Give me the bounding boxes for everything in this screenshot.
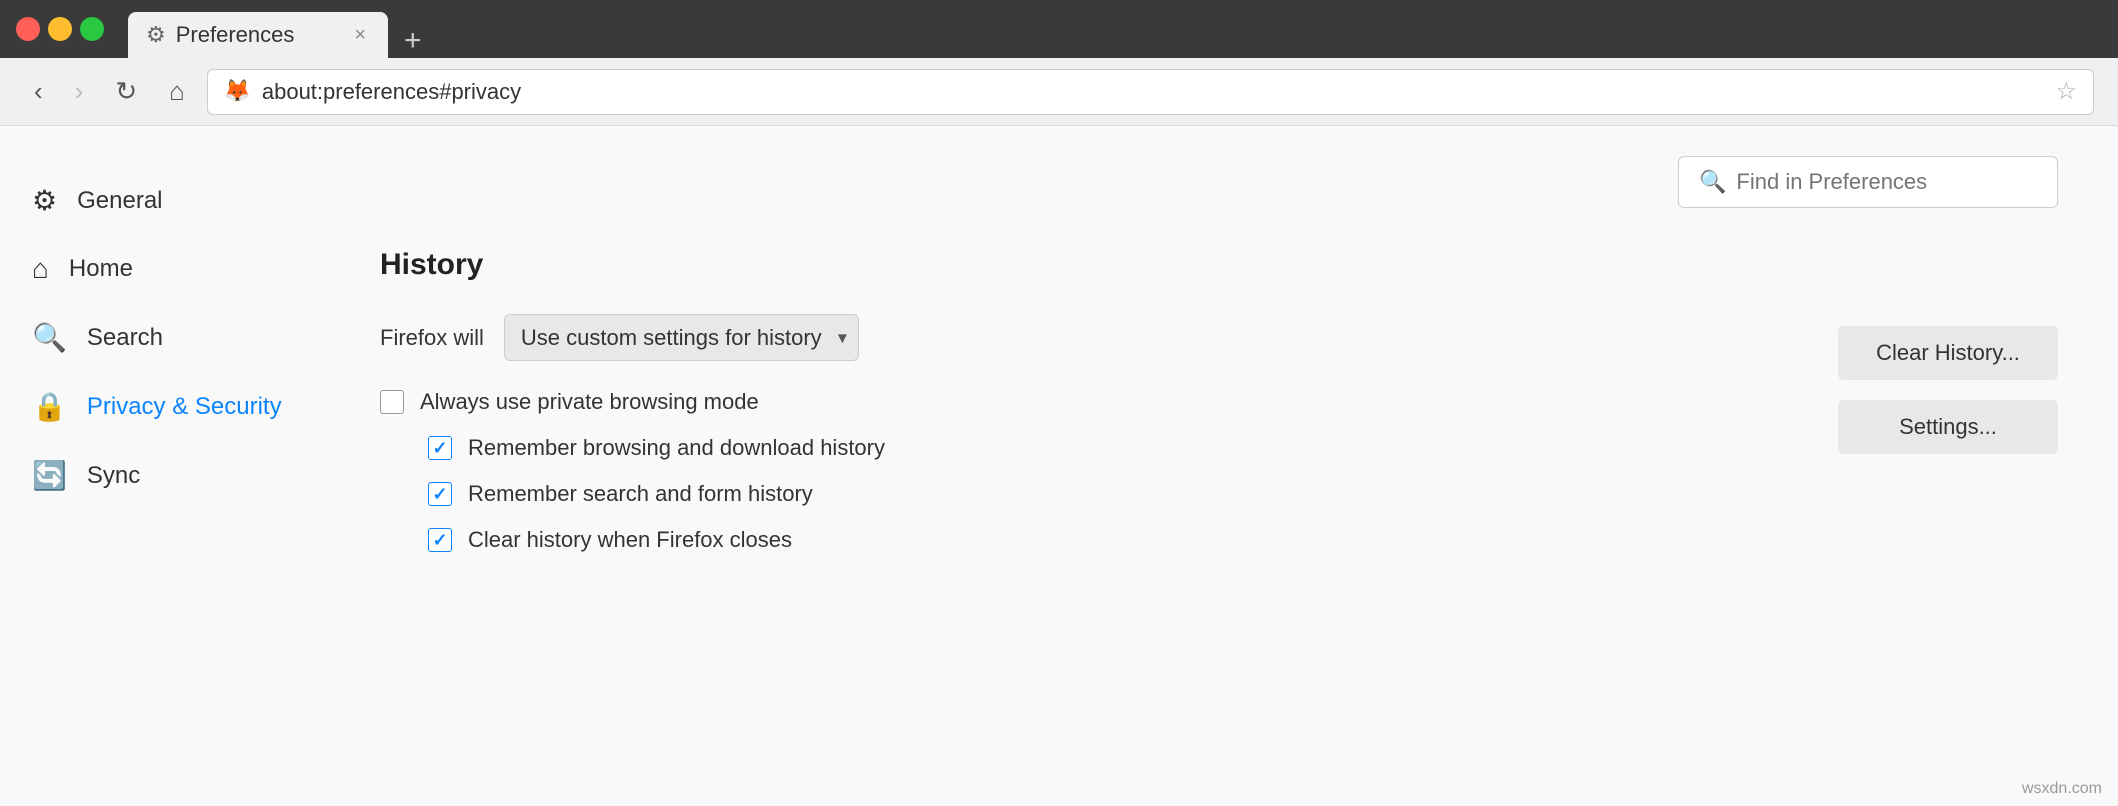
- sidebar: ⚙ General ⌂ Home 🔍 Search 🔒 Privacy & Se…: [0, 126, 320, 806]
- close-tab-button[interactable]: ×: [350, 24, 370, 47]
- firefox-logo: 🦊: [224, 78, 252, 106]
- maximize-window-button[interactable]: [80, 17, 104, 41]
- section-title: History: [380, 248, 2058, 282]
- preferences-tab-icon: ⚙: [146, 22, 166, 48]
- checkbox-row-private-mode[interactable]: Always use private browsing mode: [380, 389, 2058, 415]
- sidebar-item-label-home: Home: [69, 255, 133, 283]
- address-text: about:preferences#privacy: [262, 79, 2046, 105]
- firefox-will-label: Firefox will: [380, 325, 484, 351]
- nav-bar: ‹ › ↻ ⌂ 🦊 about:preferences#privacy ☆: [0, 58, 2118, 126]
- checkbox-clear-on-close[interactable]: [428, 528, 452, 552]
- history-row: Firefox will Remember history Never reme…: [380, 314, 2058, 361]
- home-icon: ⌂: [32, 253, 49, 285]
- gear-icon: ⚙: [32, 184, 57, 217]
- settings-button[interactable]: Settings...: [1838, 400, 2058, 454]
- content-area: 🔍 History Firefox will Remember history …: [320, 126, 2118, 806]
- sidebar-item-label-sync: Sync: [87, 462, 140, 490]
- checkbox-label-private-mode: Always use private browsing mode: [420, 389, 759, 415]
- checkbox-label-clear-on-close: Clear history when Firefox closes: [468, 527, 792, 553]
- preferences-tab[interactable]: ⚙ Preferences ×: [128, 12, 388, 58]
- checkbox-label-browse-history: Remember browsing and download history: [468, 435, 885, 461]
- reload-button[interactable]: ↻: [105, 70, 147, 113]
- sync-icon: 🔄: [32, 459, 67, 492]
- new-tab-button[interactable]: +: [396, 24, 430, 58]
- sidebar-item-label-search: Search: [87, 324, 163, 352]
- sidebar-item-search[interactable]: 🔍 Search: [0, 303, 320, 372]
- main-content: ⚙ General ⌂ Home 🔍 Search 🔒 Privacy & Se…: [0, 126, 2118, 806]
- close-window-button[interactable]: [16, 17, 40, 41]
- watermark: wsxdn.com: [2022, 780, 2102, 798]
- bookmark-icon[interactable]: ☆: [2055, 77, 2077, 106]
- clear-history-button[interactable]: Clear History...: [1838, 326, 2058, 380]
- title-bar: ⚙ Preferences × +: [0, 0, 2118, 58]
- find-search-icon: 🔍: [1699, 169, 1726, 195]
- checkbox-private-mode[interactable]: [380, 390, 404, 414]
- checkbox-browse-history[interactable]: [428, 436, 452, 460]
- sidebar-item-home[interactable]: ⌂ Home: [0, 235, 320, 303]
- history-select[interactable]: Remember history Never remember history …: [504, 314, 859, 361]
- checkbox-row-form-history[interactable]: Remember search and form history: [428, 481, 2058, 507]
- back-button[interactable]: ‹: [24, 70, 53, 113]
- sidebar-item-general[interactable]: ⚙ General: [0, 166, 320, 235]
- home-button[interactable]: ⌂: [159, 70, 195, 113]
- lock-icon: 🔒: [32, 390, 67, 423]
- window-controls: [16, 17, 104, 41]
- find-in-preferences-input[interactable]: [1736, 169, 2037, 195]
- preferences-tab-title: Preferences: [176, 22, 295, 48]
- minimize-window-button[interactable]: [48, 17, 72, 41]
- sidebar-item-label-general: General: [77, 187, 162, 215]
- forward-button[interactable]: ›: [65, 70, 94, 113]
- history-select-wrapper: Remember history Never remember history …: [504, 314, 859, 361]
- tab-bar: ⚙ Preferences × +: [128, 0, 2102, 58]
- checkbox-row-clear-on-close[interactable]: Clear history when Firefox closes: [428, 527, 2058, 553]
- sidebar-item-privacy[interactable]: 🔒 Privacy & Security: [0, 372, 320, 441]
- find-in-preferences[interactable]: 🔍: [1678, 156, 2058, 208]
- checkbox-form-history[interactable]: [428, 482, 452, 506]
- address-bar[interactable]: 🦊 about:preferences#privacy ☆: [207, 69, 2094, 115]
- checkbox-row-browse-history[interactable]: Remember browsing and download history: [428, 435, 2058, 461]
- checkbox-label-form-history: Remember search and form history: [468, 481, 813, 507]
- search-icon: 🔍: [32, 321, 67, 354]
- action-buttons: Clear History... Settings...: [1838, 326, 2058, 454]
- search-bar-top: 🔍: [380, 156, 2058, 208]
- sidebar-item-label-privacy: Privacy & Security: [87, 393, 282, 421]
- sidebar-item-sync[interactable]: 🔄 Sync: [0, 441, 320, 510]
